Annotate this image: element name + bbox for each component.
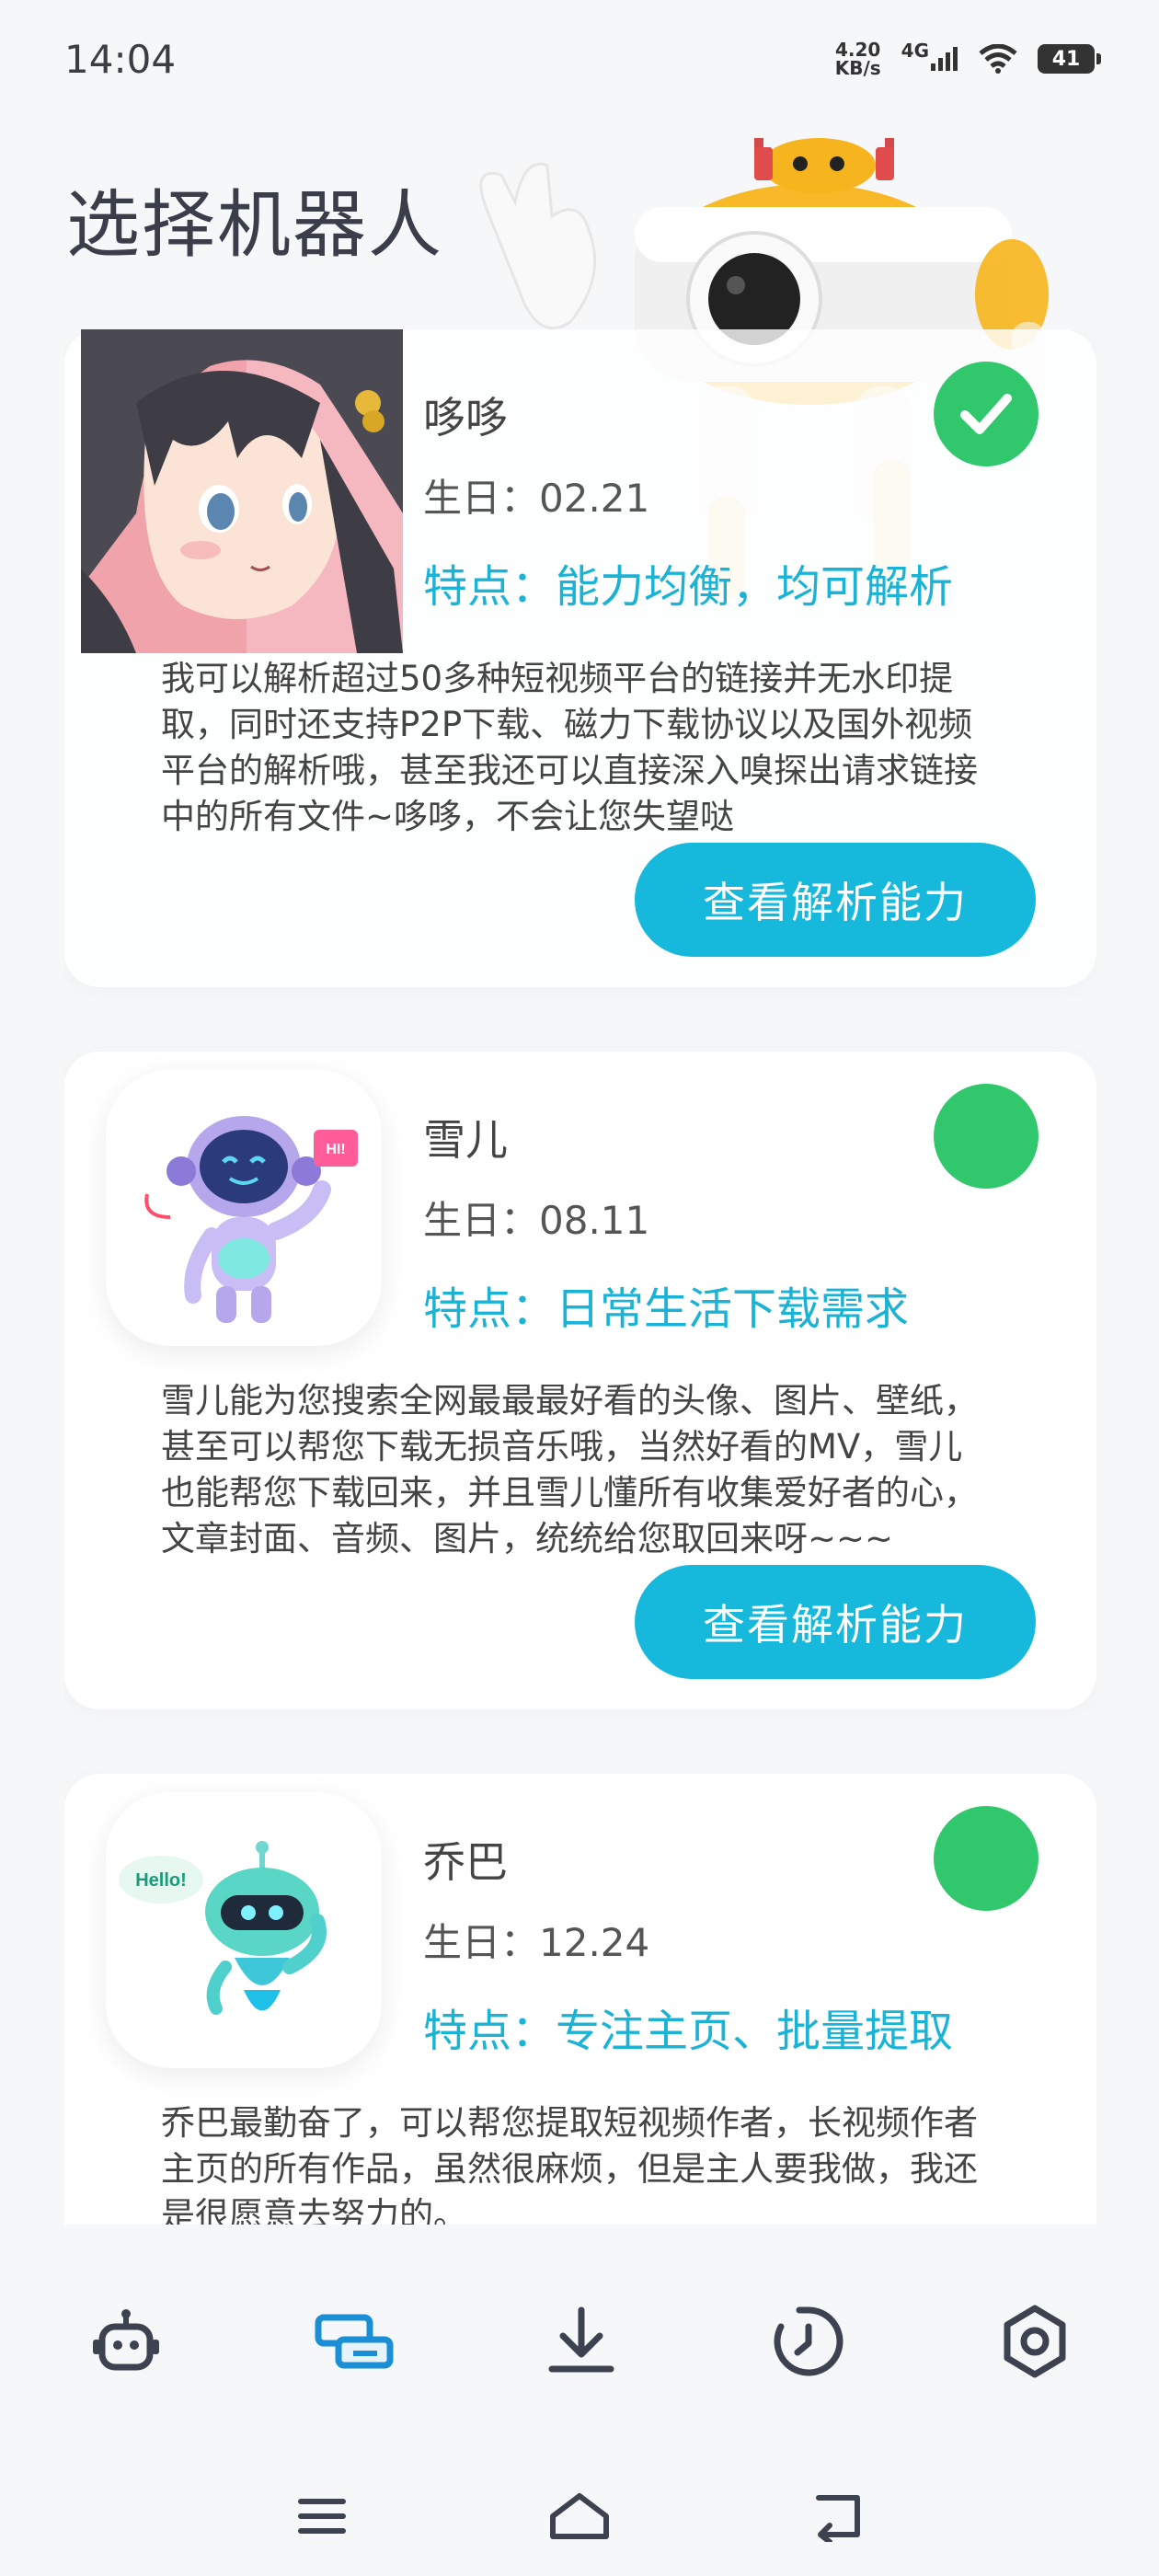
robot-xueer-icon: HI! <box>144 1116 358 1323</box>
robot-feature: 特点：能力均衡，均可解析 <box>423 561 954 613</box>
robot-name: 哆哆 <box>423 393 508 443</box>
network-speed-value: 4.20 <box>835 39 881 61</box>
robot-description: 我可以解析超过50多种短视频平台的链接并无水印提取，同时还支持P2P下载、磁力下… <box>161 659 978 836</box>
robot-icon <box>93 2309 159 2371</box>
robot-feature: 特点：日常生活下载需求 <box>423 1283 910 1335</box>
robot-avatar-qiaoba: Hello! <box>106 1792 382 2068</box>
robot-qiaoba-icon: Hello! <box>119 1841 327 2015</box>
robot-card-xueer[interactable]: HI! 雪儿 生日：08.11 特点：日常生活下载需求 雪儿能为您搜索全网最最最… <box>64 1052 1096 1709</box>
status-icons: 4.20 KB/s 4G 41 <box>835 40 1101 77</box>
status-time: 14:04 <box>64 37 177 82</box>
robot-birthday: 生日：12.24 <box>423 1920 650 1965</box>
robot-name: 雪儿 <box>423 1115 508 1165</box>
tab-settings[interactable] <box>984 2291 1085 2392</box>
avatar-badge-text: Hello! <box>135 1870 187 1891</box>
parse-link-icon <box>315 2314 394 2369</box>
network-type: 4G <box>901 40 929 62</box>
robot-description: 雪儿能为您搜索全网最最最好看的头像、图片、壁纸，甚至可以帮您下载无损音乐哦，当然… <box>161 1381 978 1558</box>
cellular-signal-icon: 4G <box>901 40 958 71</box>
avatar-badge-text: HI! <box>326 1142 345 1157</box>
robot-feature: 特点：专注主页、批量提取 <box>423 2006 954 2057</box>
tab-robot[interactable] <box>75 2291 177 2392</box>
battery-icon: 41 <box>1038 44 1101 74</box>
tab-parse-link[interactable] <box>304 2291 405 2392</box>
wifi-icon <box>979 44 1017 74</box>
settings-icon <box>1004 2305 1066 2378</box>
robot-birthday: 生日：08.11 <box>423 1198 650 1243</box>
robot-card-qiaoba[interactable]: Hello! 乔巴 生日：12.24 特点：专注主页、批量提取 乔巴最勤奋了，可… <box>64 1774 1096 2225</box>
robot-card-duoduo[interactable]: 哆哆 生日：02.21 特点：能力均衡，均可解析 我可以解析超过50多种短视频平… <box>64 329 1096 987</box>
bottom-tab-bar <box>0 2226 1159 2456</box>
robot-avatar-xueer: HI! <box>106 1070 382 1346</box>
robot-description: 乔巴最勤奋了，可以帮您提取短视频作者，长视频作者主页的所有作品，虽然很麻烦，但是… <box>161 2103 978 2225</box>
nav-menu-button[interactable] <box>281 2475 363 2558</box>
menu-icon <box>298 2499 346 2534</box>
status-bar: 14:04 4.20 KB/s 4G 41 <box>0 0 1159 120</box>
home-icon <box>550 2493 609 2539</box>
page-title: 选择机器人 <box>66 182 443 268</box>
history-icon <box>774 2306 843 2376</box>
selected-check-icon[interactable] <box>934 362 1039 466</box>
robot-birthday: 生日：02.21 <box>423 476 650 521</box>
nav-home-button[interactable] <box>538 2475 621 2558</box>
network-speed-unit: KB/s <box>834 57 881 79</box>
download-icon <box>548 2306 614 2373</box>
system-navigation-bar <box>0 2456 1159 2576</box>
robot-avatar-duoduo <box>81 329 403 653</box>
select-robot-toggle[interactable] <box>934 1084 1039 1189</box>
robot-name: 乔巴 <box>423 1837 508 1887</box>
select-robot-toggle[interactable] <box>934 1806 1039 1911</box>
tab-download[interactable] <box>531 2291 632 2392</box>
tab-history[interactable] <box>758 2291 859 2392</box>
view-parse-ability-button[interactable]: 查看解析能力 <box>635 1565 1036 1679</box>
back-icon <box>816 2495 860 2542</box>
network-speed: 4.20 KB/s <box>835 40 881 77</box>
nav-back-button[interactable] <box>796 2475 878 2558</box>
robot-list[interactable]: 哆哆 生日：02.21 特点：能力均衡，均可解析 我可以解析超过50多种短视频平… <box>64 329 1096 2225</box>
view-parse-ability-button[interactable]: 查看解析能力 <box>635 843 1036 957</box>
